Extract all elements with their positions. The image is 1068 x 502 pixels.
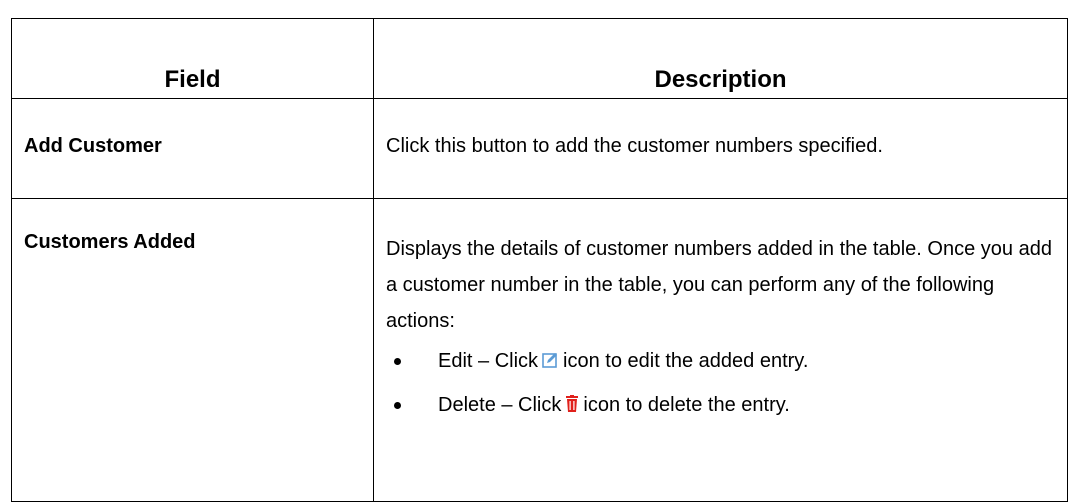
action-text-before: Edit – Click (438, 350, 539, 372)
list-item: Delete – Click icon to delete the entry. (386, 383, 1059, 427)
delete-icon (565, 385, 579, 429)
edit-icon (542, 341, 559, 385)
bullet-icon (394, 358, 401, 365)
description-column-header: Description (373, 18, 1068, 99)
field-description-table: Field Description Add Customer Click thi… (11, 18, 1068, 502)
action-text-before: Delete – Click (438, 394, 562, 416)
list-item: Edit – Click icon to edit the added entry… (386, 339, 1059, 383)
field-description-cell: Displays the details of customer numbers… (373, 198, 1068, 502)
table-header-row: Field Description (11, 18, 1068, 99)
table-row: Customers Added Displays the details of … (11, 198, 1068, 502)
table-row: Add Customer Click this button to add th… (11, 98, 1068, 199)
field-name: Customers Added (11, 198, 374, 502)
field-description: Click this button to add the customer nu… (373, 98, 1068, 199)
field-column-header: Field (11, 18, 374, 99)
field-description: Displays the details of customer numbers… (386, 238, 1052, 332)
action-list: Edit – Click icon to edit the added entry… (386, 339, 1059, 427)
action-text-after: icon to delete the entry. (583, 394, 790, 416)
action-text-after: icon to edit the added entry. (563, 350, 809, 372)
field-name: Add Customer (11, 98, 374, 199)
bullet-icon (394, 402, 401, 409)
